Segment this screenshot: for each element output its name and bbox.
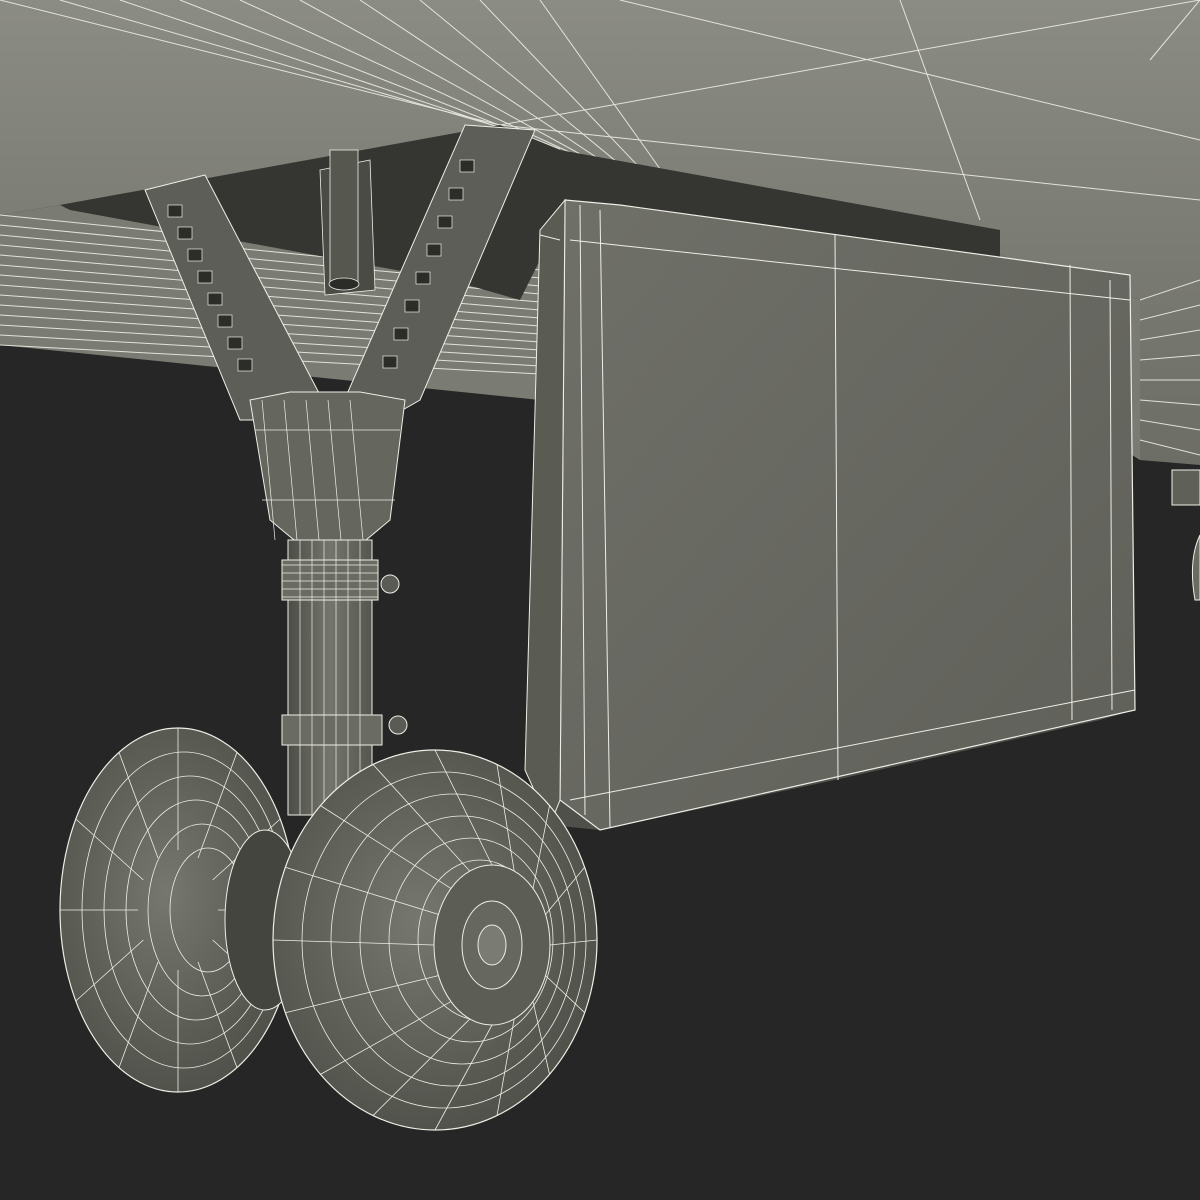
brace-hole (437, 215, 453, 229)
brace-hole (393, 327, 409, 341)
brace-hole (404, 299, 420, 313)
gear-door (524, 198, 1136, 831)
brace-hole (217, 314, 233, 328)
wireframe-render-scene (0, 0, 1200, 1200)
brace-hole (448, 187, 464, 201)
brace-hole (197, 270, 213, 284)
brace-hole (207, 292, 223, 306)
brace-hole (382, 355, 398, 369)
brace-hole (459, 159, 475, 173)
brace-hole (237, 358, 253, 372)
brace-hole (426, 243, 442, 257)
wheel-hub (433, 864, 551, 1026)
brace-hole (187, 248, 203, 262)
brace-hole (227, 336, 243, 350)
brace-hole (177, 226, 193, 240)
brace-hole (167, 204, 183, 218)
landing-gear-render (0, 0, 1200, 1131)
far-side-wheel (1171, 469, 1200, 601)
brace-hole (415, 271, 431, 285)
